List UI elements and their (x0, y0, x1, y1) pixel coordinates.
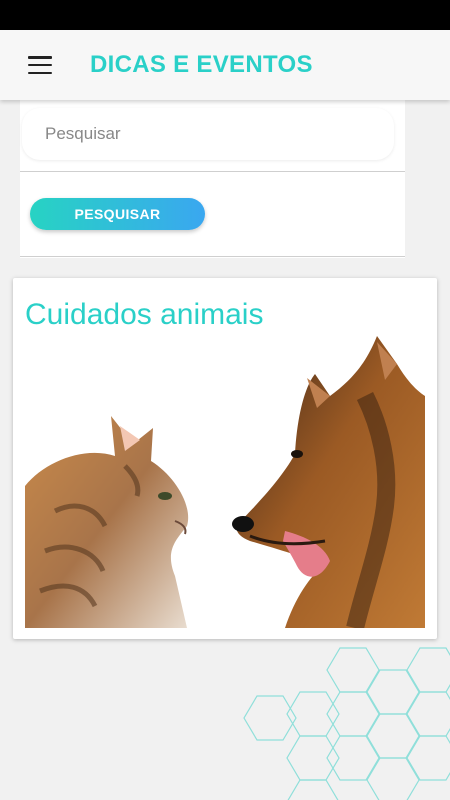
hexagon-pattern-decoration (243, 647, 450, 800)
search-panel: PESQUISAR (20, 100, 405, 258)
app-title: DICAS E EVENTOS (90, 51, 313, 78)
card-title: Cuidados animais (25, 298, 264, 331)
cat-and-dog-photo (25, 336, 425, 628)
status-bar (0, 0, 450, 30)
divider (20, 256, 405, 257)
search-button[interactable]: PESQUISAR (30, 198, 205, 230)
hamburger-menu-icon[interactable] (28, 56, 52, 74)
card-cuidados-animais[interactable]: Cuidados animais (13, 278, 437, 639)
app-bar: DICAS E EVENTOS (0, 30, 450, 100)
divider (20, 171, 405, 172)
search-input[interactable] (22, 108, 394, 160)
